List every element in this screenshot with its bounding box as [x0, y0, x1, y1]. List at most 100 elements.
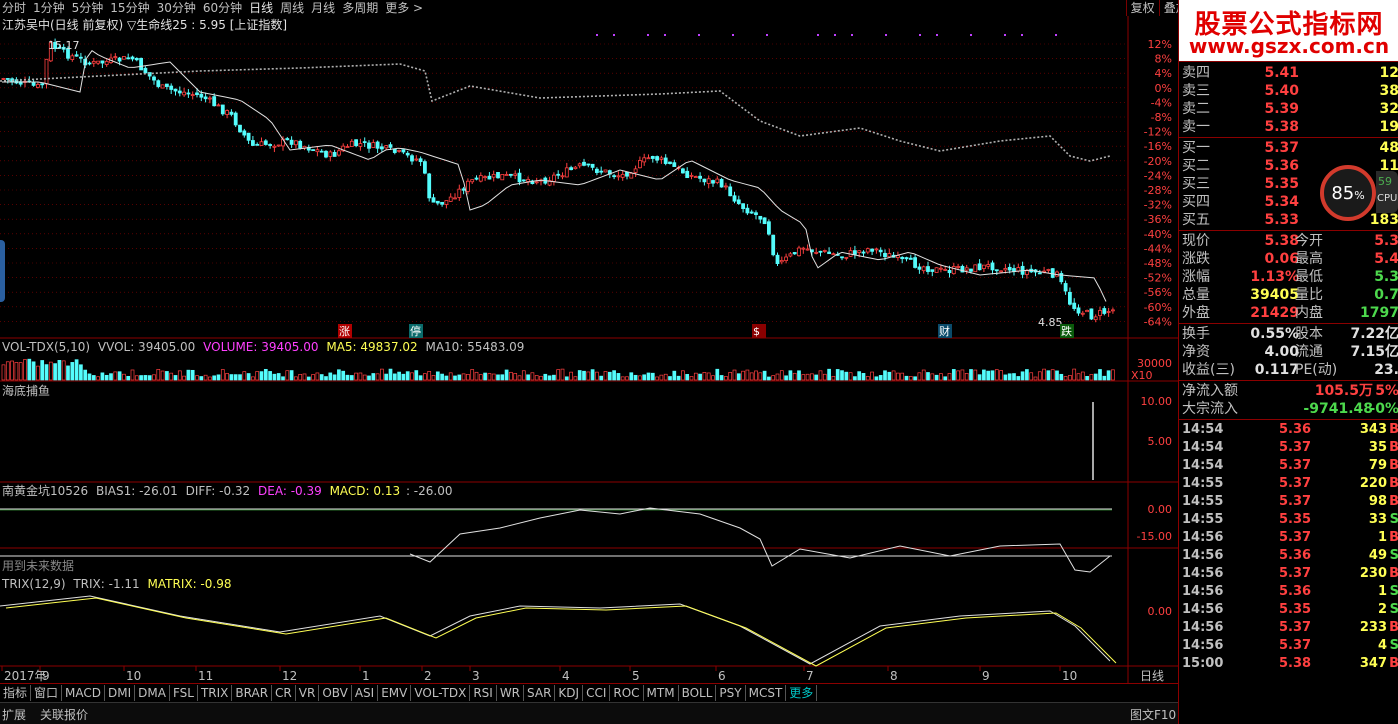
indicator-tab[interactable]: CCI: [583, 684, 611, 701]
toolbar-button[interactable]: 复权: [1125, 0, 1159, 16]
indicator-tab[interactable]: OBV: [319, 684, 352, 701]
event-marker[interactable]: $: [753, 325, 760, 338]
indicator-tab[interactable]: PSY: [716, 684, 746, 701]
volume-bar: [887, 371, 892, 381]
stat-value-2: 5.4: [1374, 251, 1398, 267]
volume-bar: [1033, 376, 1038, 381]
candle-body: [552, 174, 556, 182]
candle-body: [186, 92, 191, 95]
candle-body: [358, 143, 363, 147]
indicator-tab[interactable]: 指标: [0, 684, 32, 701]
indicator-tab[interactable]: BOLL: [679, 684, 717, 701]
indicator-tab[interactable]: 更多: [786, 684, 818, 701]
candle-body: [496, 172, 500, 179]
side-tab-icon[interactable]: [0, 240, 5, 302]
volume-bar: [582, 370, 586, 381]
order-book-row[interactable]: 卖四 5.41 12: [1179, 64, 1398, 82]
indicator-tab[interactable]: EMV: [378, 684, 412, 701]
indicator-tab[interactable]: MTM: [644, 684, 679, 701]
macd-indicator-name: 南黄金坑10526: [2, 484, 89, 498]
period-tab[interactable]: 日线: [247, 0, 278, 16]
indicator-tab[interactable]: 窗口: [31, 684, 63, 701]
indicator-tab[interactable]: VOL-TDX: [411, 684, 471, 701]
indicator-tab[interactable]: BRAR: [232, 684, 273, 701]
candle-body: [40, 83, 45, 86]
candle-body: [745, 207, 750, 214]
status-f10[interactable]: 图文F10: [1130, 706, 1176, 723]
volume-bar: [926, 372, 930, 381]
indicator-tab[interactable]: ROC: [610, 684, 644, 701]
volume-bar: [324, 376, 328, 381]
volume-bar: [986, 370, 991, 381]
signal-dot: [936, 34, 938, 36]
indicator-tab[interactable]: WR: [497, 684, 525, 701]
volume-bar: [104, 374, 109, 381]
date-tick: 3: [472, 669, 480, 683]
stat-label: 现价: [1182, 233, 1210, 249]
period-tab[interactable]: 1分钟: [31, 0, 70, 16]
period-tab[interactable]: 60分钟: [201, 0, 247, 16]
flow-label: 大宗流入: [1182, 401, 1238, 417]
indicator-tab[interactable]: TRIX: [198, 684, 233, 701]
volume-bar: [990, 370, 995, 381]
period-tab[interactable]: 分时: [0, 0, 31, 16]
period-tab[interactable]: 更多 >: [383, 0, 428, 16]
macd-axis-tick: -15.00: [1137, 530, 1172, 543]
status-expand[interactable]: 扩展: [2, 706, 26, 723]
period-tab[interactable]: 5分钟: [70, 0, 109, 16]
volume-bar: [40, 360, 45, 381]
volume-bar: [418, 375, 423, 381]
volume-bar: [96, 376, 100, 381]
indicator-tab[interactable]: KDJ: [555, 684, 584, 701]
period-tab[interactable]: 15分钟: [108, 0, 154, 16]
volume-bar: [169, 372, 174, 381]
period-tab[interactable]: 30分钟: [155, 0, 201, 16]
volume-bar: [599, 375, 604, 381]
candle-body: [663, 157, 668, 164]
order-book-row[interactable]: 卖一 5.38 19: [1179, 118, 1398, 136]
candle-body: [324, 150, 328, 158]
period-tab[interactable]: 多周期: [340, 0, 383, 16]
indicator-tab[interactable]: MCST: [746, 684, 787, 701]
volume-bar: [517, 375, 522, 381]
indicator-tab[interactable]: CR: [272, 684, 296, 701]
indicator-tab[interactable]: MACD: [62, 684, 106, 701]
indicator-tab[interactable]: FSL: [170, 684, 198, 701]
volume-bar: [371, 373, 376, 381]
candle-body: [130, 56, 135, 60]
order-level-label: 买四: [1182, 194, 1210, 210]
indicator-tab[interactable]: RSI: [470, 684, 497, 701]
event-marker[interactable]: 停: [410, 324, 421, 338]
indicator-tab[interactable]: VR: [296, 684, 320, 701]
event-marker[interactable]: 涨: [339, 325, 350, 338]
candle-body: [921, 266, 926, 272]
trix-line: [0, 595, 1111, 665]
order-book-row[interactable]: 买一 5.37 48: [1179, 139, 1398, 157]
candle-body: [878, 249, 883, 253]
period-tab[interactable]: 月线: [309, 0, 340, 16]
indicator-tab[interactable]: SAR: [524, 684, 556, 701]
volume-bar: [964, 373, 969, 381]
volume-bar: [44, 364, 49, 381]
event-marker[interactable]: 财: [939, 324, 950, 338]
volume-bars: [1, 358, 1115, 381]
indicator-tab[interactable]: ASI: [352, 684, 379, 701]
volume-bar: [1093, 373, 1098, 381]
order-book-row[interactable]: 卖三 5.40 38: [1179, 82, 1398, 100]
volume-bar: [14, 362, 19, 381]
volume-bar: [272, 373, 277, 381]
candle-body: [943, 269, 948, 271]
candle-body: [1076, 307, 1081, 314]
volume-bar: [410, 372, 414, 381]
status-related-quotes[interactable]: 关联报价: [40, 706, 88, 723]
divider: [1179, 230, 1398, 231]
order-book-row[interactable]: 卖二 5.39 32: [1179, 100, 1398, 118]
indicator-tab[interactable]: DMI: [105, 684, 136, 701]
banner-url: www.gszx.com.cn: [1188, 34, 1390, 58]
tick-direction: B: [1389, 656, 1398, 671]
volume-bar: [513, 373, 518, 381]
signal-dot: [698, 34, 700, 36]
indicator-tab[interactable]: DMA: [135, 684, 170, 701]
period-tab[interactable]: 周线: [278, 0, 309, 16]
event-marker[interactable]: 跌: [1061, 324, 1072, 338]
